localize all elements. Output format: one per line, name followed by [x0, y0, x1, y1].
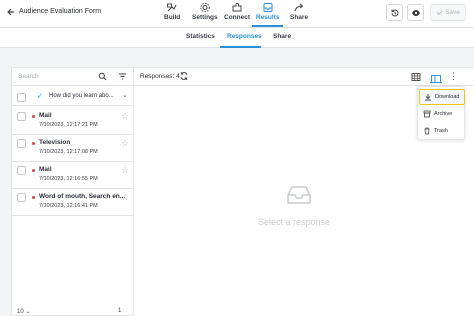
response-item[interactable]: Mail 7/10/2023, 12:17:21 PM ☆ [12, 108, 133, 135]
select-all-checkbox[interactable] [17, 93, 26, 102]
tab-responses[interactable]: Responses [227, 33, 262, 40]
response-date: 7/10/2023, 12:17:08 PM [39, 149, 98, 155]
response-checkbox[interactable] [17, 112, 26, 121]
unread-dot [32, 142, 35, 145]
tab-statistics[interactable]: Statistics [186, 33, 215, 40]
question-label: How did you learn abo... [49, 93, 114, 99]
page-number: 1 [118, 308, 122, 314]
download-icon [425, 94, 431, 101]
search-bar: Search [12, 68, 133, 86]
split-view-icon [431, 75, 441, 83]
response-item[interactable]: Mail 7/10/2023, 12:16:55 PM ☆ [12, 162, 133, 189]
page-size-value: 10 [17, 309, 24, 315]
more-options-icon[interactable]: ⋮ [449, 71, 458, 82]
response-date: 7/10/2023, 12:17:21 PM [39, 122, 98, 128]
refresh-icon[interactable] [179, 71, 189, 81]
more-options-menu: Download Archive Trash [417, 86, 465, 140]
nav-build[interactable]: Build [164, 2, 180, 21]
save-button[interactable]: Save [430, 4, 466, 21]
response-date: 7/10/2023, 12:16:55 PM [39, 176, 98, 182]
inbox-icon [263, 3, 273, 12]
empty-state-text: Select a response [257, 217, 331, 227]
star-icon[interactable]: ☆ [121, 165, 129, 176]
nav-share-label: Share [290, 14, 309, 21]
filter-icon[interactable] [118, 72, 127, 81]
response-list-panel: Search ✓ How did you learn abo... ⌄ Mail… [11, 67, 134, 316]
response-title: Mail [39, 112, 52, 119]
nav-settings[interactable]: Settings [192, 2, 218, 21]
response-checkbox[interactable] [17, 166, 26, 175]
response-item[interactable]: Television 7/10/2023, 12:17:08 PM ☆ [12, 135, 133, 162]
results-subtabs: Statistics Responses Share [0, 28, 474, 48]
top-bar: Audience Evaluation Form Build Settings … [0, 0, 474, 28]
split-view-button[interactable] [430, 71, 442, 83]
empty-inbox-icon [287, 186, 311, 204]
response-title: Word of mouth, Search en... [39, 193, 126, 200]
table-view-icon[interactable] [411, 72, 421, 82]
unread-dot [32, 115, 35, 118]
unread-dot [32, 196, 35, 199]
menu-item-label: Trash [434, 128, 448, 134]
check-icon [436, 10, 443, 16]
nav-connect-label: Connect [224, 14, 250, 21]
form-title: Audience Evaluation Form [19, 8, 102, 15]
history-icon [391, 9, 398, 16]
nav-active-indicator [252, 25, 283, 27]
preview-button[interactable] [407, 4, 424, 21]
nav-results-label: Results [256, 14, 280, 21]
share-icon [294, 3, 304, 12]
response-title: Mail [39, 166, 52, 173]
star-icon[interactable]: ☆ [121, 192, 129, 203]
back-arrow-icon[interactable] [6, 7, 18, 19]
response-checkbox[interactable] [17, 139, 26, 148]
history-button[interactable] [386, 4, 403, 21]
save-button-label: Save [445, 9, 460, 16]
menu-item-label: Archive [434, 111, 453, 117]
response-date: 7/10/2023, 12:16:41 PM [39, 203, 98, 209]
eye-icon [411, 9, 420, 16]
check-icon: ✓ [37, 93, 43, 100]
menu-item-download[interactable]: Download [419, 89, 465, 105]
build-icon [167, 3, 177, 12]
menu-item-trash[interactable]: Trash [419, 123, 465, 139]
page-size-select[interactable]: 10 ⌄ [17, 308, 30, 315]
nav-results[interactable]: Results [256, 2, 279, 21]
subtab-active-indicator [220, 46, 261, 48]
menu-item-label: Download [435, 94, 460, 100]
nav-share[interactable]: Share [290, 2, 308, 21]
menu-item-archive[interactable]: Archive [419, 106, 465, 122]
chevron-down-icon: ⌄ [25, 309, 31, 315]
response-toolbar: Responses: 4 ⋮ [134, 68, 474, 86]
nav-build-label: Build [164, 14, 181, 21]
question-column-selector[interactable]: ✓ How did you learn abo... ⌄ [12, 90, 133, 106]
responses-count: Responses: 4 [140, 73, 180, 80]
nav-connect[interactable]: Connect [224, 2, 250, 21]
response-checkbox[interactable] [17, 193, 26, 202]
search-icon[interactable] [98, 72, 107, 81]
tab-share[interactable]: Share [273, 33, 291, 40]
unread-dot [32, 169, 35, 172]
archive-icon [423, 110, 431, 118]
puzzle-icon [232, 2, 242, 12]
chevron-down-icon[interactable]: ⌄ [122, 91, 128, 99]
trash-icon [424, 127, 430, 135]
response-title: Television [39, 139, 71, 146]
response-item[interactable]: Word of mouth, Search en... 7/10/2023, 1… [12, 189, 133, 216]
nav-settings-label: Settings [192, 14, 218, 21]
search-input[interactable]: Search [18, 73, 39, 80]
star-icon[interactable]: ☆ [121, 138, 129, 149]
star-icon[interactable]: ☆ [121, 111, 129, 122]
gear-icon [200, 2, 210, 13]
